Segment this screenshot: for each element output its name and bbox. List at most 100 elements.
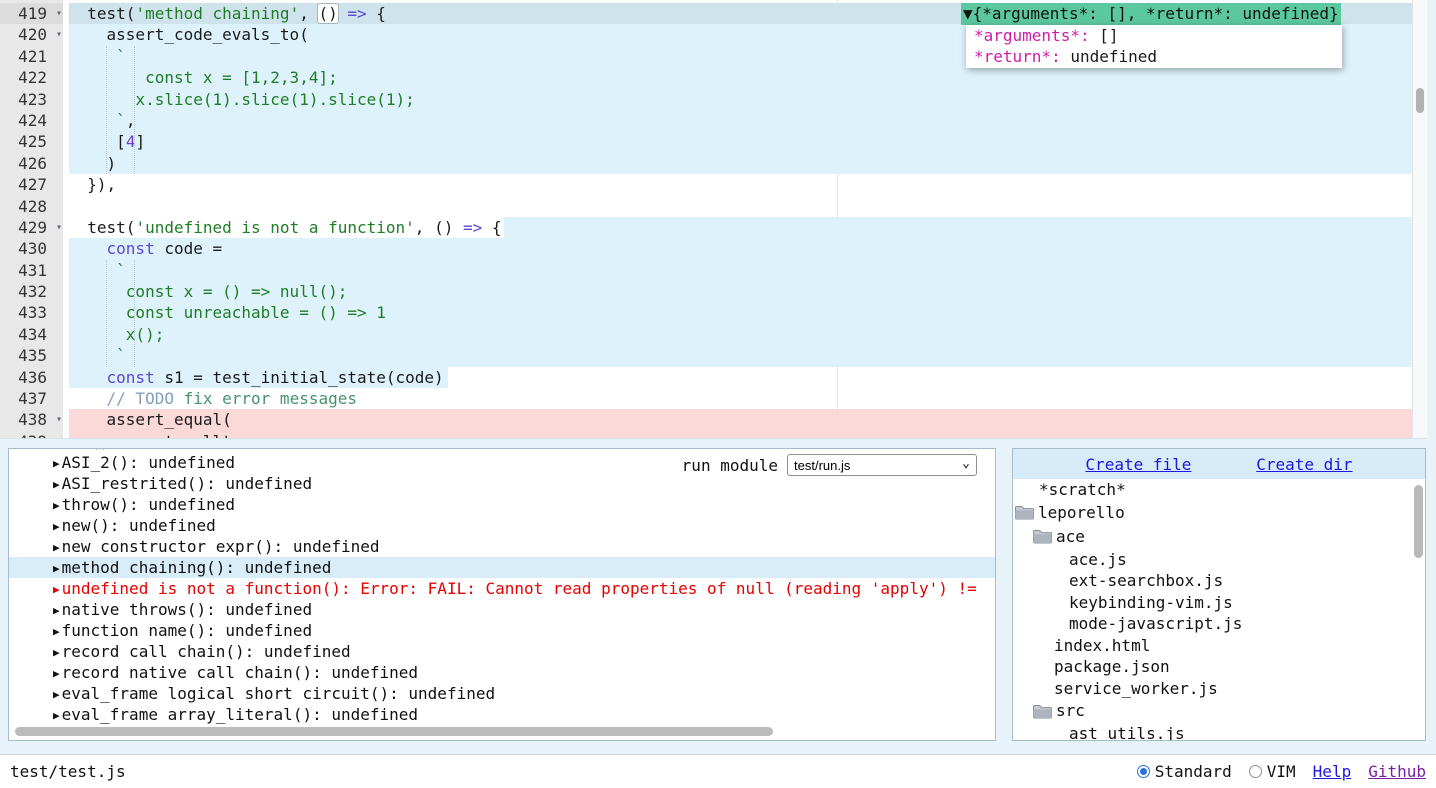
tree-item-label: service_worker.js xyxy=(1054,678,1218,700)
popup-entry[interactable]: *return*: undefined xyxy=(966,46,1342,67)
create-dir-link[interactable]: Create dir xyxy=(1256,455,1352,474)
radio-unselected-icon[interactable] xyxy=(1249,765,1262,778)
tree-file-mode-javascript.js[interactable]: mode-javascript.js xyxy=(1013,613,1425,635)
mode-option-vim[interactable]: VIM xyxy=(1249,762,1296,781)
tree-file-service_worker.js[interactable]: service_worker.js xyxy=(1013,678,1425,700)
run-module-label: run module xyxy=(682,456,778,475)
tree-dir-ace[interactable]: ace xyxy=(1013,525,1425,549)
tree-file-ace.js[interactable]: ace.js xyxy=(1013,549,1425,571)
test-result-item[interactable]: ▶new constructor expr(): undefined xyxy=(9,536,995,557)
line-number: 430 xyxy=(0,238,63,259)
line-number: 425 xyxy=(0,131,63,152)
code-lines-container: 419▾ test('method chaining', () => {420▾… xyxy=(0,3,1412,439)
triangle-right-icon: ▶ xyxy=(53,541,60,554)
code-line-439[interactable]: 439 const calltree = ... xyxy=(0,431,1412,439)
test-result-item[interactable]: ▶native throws(): undefined xyxy=(9,599,995,620)
code-line-429[interactable]: 429▾ test('undefined is not a function',… xyxy=(0,217,1412,238)
line-number: 422 xyxy=(0,67,63,88)
tree-item-label: leporello xyxy=(1038,501,1125,525)
test-result-item[interactable]: ▶record native call chain(): undefined xyxy=(9,662,995,683)
tree-item-label: *scratch* xyxy=(1039,479,1126,501)
tree-scrollbar-thumb[interactable] xyxy=(1414,485,1423,558)
scrollbar-thumb[interactable] xyxy=(1416,88,1424,113)
test-result-label: function name(): undefined xyxy=(62,621,312,640)
status-bar: test/test.js Standard VIM Help Github xyxy=(0,754,1436,788)
test-result-label: ASI(): undefined xyxy=(62,448,216,451)
test-result-item[interactable]: ▶eval_frame array_literal(): undefined xyxy=(9,704,995,725)
test-result-item[interactable]: ▶function name(): undefined xyxy=(9,620,995,641)
keybinding-mode-switch: Standard VIM xyxy=(1137,762,1296,781)
tree-file-ast_utils.js[interactable]: ast_utils.js xyxy=(1013,723,1425,741)
popup-entry[interactable]: *arguments*: [] xyxy=(966,25,1342,46)
test-result-item[interactable]: ▶eval_frame logical short circuit(): und… xyxy=(9,683,995,704)
test-result-label: new constructor expr(): undefined xyxy=(62,537,380,556)
mode-option-standard[interactable]: Standard xyxy=(1137,762,1232,781)
tree-item-label: package.json xyxy=(1054,656,1170,678)
editor-vertical-scrollbar[interactable] xyxy=(1412,0,1427,439)
triangle-right-icon: ▶ xyxy=(53,583,60,596)
tree-dir-src[interactable]: src xyxy=(1013,699,1425,723)
code-line-422[interactable]: 422 const x = [1,2,3,4]; xyxy=(0,67,1412,88)
current-file-path: test/test.js xyxy=(10,762,126,781)
file-tree: *scratch*leporelloaceace.jsext-searchbox… xyxy=(1013,479,1425,741)
fold-arrow-icon[interactable]: ▾ xyxy=(56,24,62,45)
fold-arrow-icon[interactable]: ▾ xyxy=(56,217,62,238)
code-editor[interactable]: 419▾ test('method chaining', () => {420▾… xyxy=(0,0,1427,439)
test-result-item[interactable]: ▶undefined is not a function(): Error: F… xyxy=(9,578,995,599)
fold-arrow-icon[interactable]: ▾ xyxy=(56,409,62,430)
triangle-right-icon: ▶ xyxy=(53,646,60,659)
code-line-430[interactable]: 430 const code = xyxy=(0,238,1412,259)
code-line-434[interactable]: 434 x(); xyxy=(0,324,1412,345)
test-result-item[interactable]: ▶throw(): undefined xyxy=(9,494,995,515)
test-results-list: ▶ASI(): undefined▶ASI_2(): undefined▶ASI… xyxy=(9,448,995,725)
test-result-item[interactable]: ▶ASI_restrited(): undefined xyxy=(9,473,995,494)
create-file-link[interactable]: Create file xyxy=(1085,455,1191,474)
code-line-424[interactable]: 424 `, xyxy=(0,110,1412,131)
triangle-right-icon: ▶ xyxy=(53,448,60,449)
fold-arrow-icon[interactable]: ▾ xyxy=(56,3,62,24)
eval-result-popup[interactable]: *arguments*: []*return*: undefined xyxy=(966,25,1342,68)
eval-result-inline-value[interactable]: ▼{*arguments*: [], *return*: undefined} xyxy=(961,3,1341,24)
tree-file-ext-searchbox.js[interactable]: ext-searchbox.js xyxy=(1013,570,1425,592)
popup-value: [] xyxy=(1090,26,1119,45)
test-result-label: undefined is not a function(): Error: FA… xyxy=(62,579,977,598)
file-tree-panel: Create file Create dir *scratch*leporell… xyxy=(1012,448,1426,741)
test-result-item[interactable]: ▶record call chain(): undefined xyxy=(9,641,995,662)
radio-selected-icon[interactable] xyxy=(1137,765,1150,778)
tree-file-scratch[interactable]: *scratch* xyxy=(1013,479,1425,501)
code-line-438[interactable]: 438▾ assert_equal( xyxy=(0,409,1412,430)
tree-file-index.html[interactable]: index.html xyxy=(1013,635,1425,657)
test-result-label: record call chain(): undefined xyxy=(62,642,351,661)
github-link[interactable]: Github xyxy=(1368,762,1426,781)
code-line-425[interactable]: 425 [4] xyxy=(0,131,1412,152)
test-result-item[interactable]: ▶method chaining(): undefined xyxy=(9,557,995,578)
popup-key: *return*: xyxy=(974,47,1061,66)
tree-item-label: index.html xyxy=(1054,635,1150,657)
tree-file-package.json[interactable]: package.json xyxy=(1013,656,1425,678)
line-number: 424 xyxy=(0,110,63,131)
help-link[interactable]: Help xyxy=(1313,762,1352,781)
code-line-426[interactable]: 426 ) xyxy=(0,153,1412,174)
triangle-right-icon: ▶ xyxy=(53,604,60,617)
code-line-427[interactable]: 427 }), xyxy=(0,174,1412,195)
run-module-select[interactable]: test/run.js xyxy=(787,454,977,476)
tree-file-keybinding-vim.js[interactable]: keybinding-vim.js xyxy=(1013,592,1425,614)
triangle-right-icon: ▶ xyxy=(53,709,60,722)
code-line-428[interactable]: 428 xyxy=(0,196,1412,217)
status-bar-right: Standard VIM Help Github xyxy=(1137,762,1426,781)
line-number: 434 xyxy=(0,324,63,345)
test-result-item[interactable]: ▶new(): undefined xyxy=(9,515,995,536)
code-line-436[interactable]: 436 const s1 = test_initial_state(code) xyxy=(0,367,1412,388)
code-line-437[interactable]: 437 // TODO fix error messages xyxy=(0,388,1412,409)
test-result-label: eval_frame array_literal(): undefined xyxy=(62,705,418,724)
line-number: 426 xyxy=(0,153,63,174)
code-line-431[interactable]: 431 ` xyxy=(0,260,1412,281)
code-line-435[interactable]: 435 ` xyxy=(0,345,1412,366)
line-number: 439 xyxy=(0,431,63,439)
code-line-433[interactable]: 433 const unreachable = () => 1 xyxy=(0,302,1412,323)
test-results-panel: ▶ASI(): undefined▶ASI_2(): undefined▶ASI… xyxy=(8,448,996,741)
code-line-432[interactable]: 432 const x = () => null(); xyxy=(0,281,1412,302)
tree-dir-leporello[interactable]: leporello xyxy=(1013,501,1425,525)
horizontal-scrollbar-thumb[interactable] xyxy=(15,727,773,736)
code-line-423[interactable]: 423 x.slice(1).slice(1).slice(1); xyxy=(0,89,1412,110)
